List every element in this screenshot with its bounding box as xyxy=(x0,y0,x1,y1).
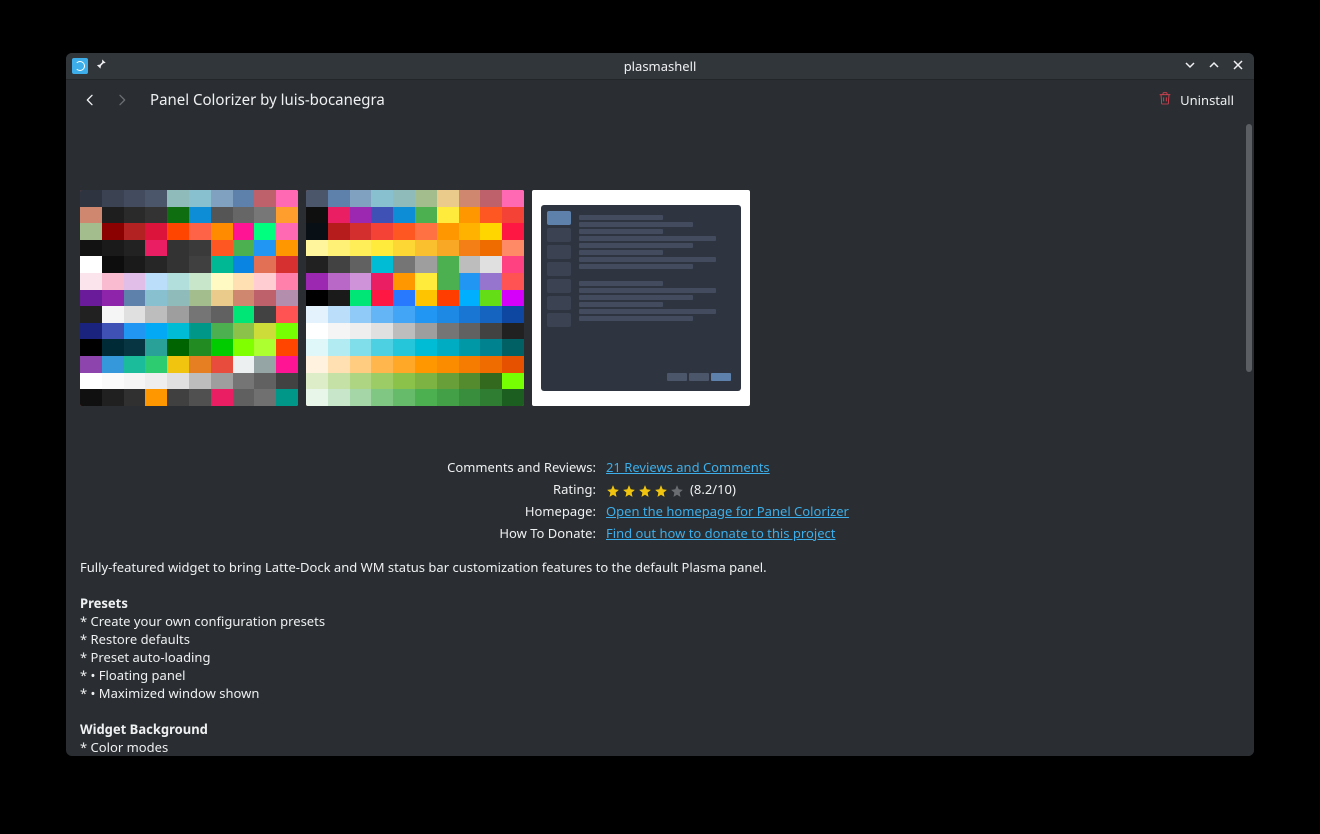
screenshot-thumbnails xyxy=(80,190,1230,406)
screenshot-thumbnail[interactable] xyxy=(306,190,524,406)
pin-icon[interactable] xyxy=(94,57,108,75)
list-item: * Preset auto-loading xyxy=(80,648,1230,666)
minimize-icon[interactable] xyxy=(1184,57,1196,75)
window: plasmashell Panel Colorizer by luis-boca… xyxy=(66,53,1254,756)
list-item: * • Floating panel xyxy=(80,666,1230,684)
page-title: Panel Colorizer by luis-bocanegra xyxy=(150,90,385,110)
rating-label: Rating: xyxy=(80,478,596,500)
donate-label: How To Donate: xyxy=(80,522,596,544)
screenshot-thumbnail[interactable] xyxy=(532,190,750,406)
star-icon xyxy=(622,484,636,498)
uninstall-label: Uninstall xyxy=(1180,91,1234,109)
list-item: * Restore defaults xyxy=(80,630,1230,648)
metadata: Comments and Reviews: 21 Reviews and Com… xyxy=(80,456,1230,544)
trash-icon xyxy=(1157,90,1173,110)
star-icon xyxy=(606,484,620,498)
content: Comments and Reviews: 21 Reviews and Com… xyxy=(66,120,1244,756)
rating-stars xyxy=(606,484,684,498)
section-heading: Widget Background xyxy=(80,720,1230,738)
forward-button[interactable] xyxy=(112,90,132,110)
content-wrap: Comments and Reviews: 21 Reviews and Com… xyxy=(66,120,1254,756)
list-item: * • Maximized window shown xyxy=(80,684,1230,702)
description-intro: Fully-featured widget to bring Latte-Doc… xyxy=(80,558,1230,576)
window-title: plasmashell xyxy=(66,57,1254,75)
maximize-icon[interactable] xyxy=(1208,57,1220,75)
donate-link[interactable]: Find out how to donate to this project xyxy=(606,524,835,542)
star-icon xyxy=(670,484,684,498)
scrollbar-thumb[interactable] xyxy=(1246,124,1252,372)
section-heading: Presets xyxy=(80,594,1230,612)
description: Fully-featured widget to bring Latte-Doc… xyxy=(80,558,1230,756)
homepage-label: Homepage: xyxy=(80,500,596,522)
reviews-link[interactable]: 21 Reviews and Comments xyxy=(606,458,770,476)
reviews-label: Comments and Reviews: xyxy=(80,456,596,478)
screenshot-thumbnail[interactable] xyxy=(80,190,298,406)
uninstall-button[interactable]: Uninstall xyxy=(1151,87,1240,113)
toolbar: Panel Colorizer by luis-bocanegra Uninst… xyxy=(66,80,1254,120)
star-icon xyxy=(654,484,668,498)
close-icon[interactable] xyxy=(1232,57,1244,75)
back-button[interactable] xyxy=(80,90,100,110)
app-icon xyxy=(72,58,88,74)
homepage-link[interactable]: Open the homepage for Panel Colorizer xyxy=(606,502,849,520)
list-item: * Create your own configuration presets xyxy=(80,612,1230,630)
rating-value: (8.2/10) xyxy=(690,480,736,498)
list-item: * Color modes xyxy=(80,738,1230,756)
star-icon xyxy=(638,484,652,498)
scrollbar[interactable] xyxy=(1244,120,1254,756)
titlebar: plasmashell xyxy=(66,53,1254,80)
